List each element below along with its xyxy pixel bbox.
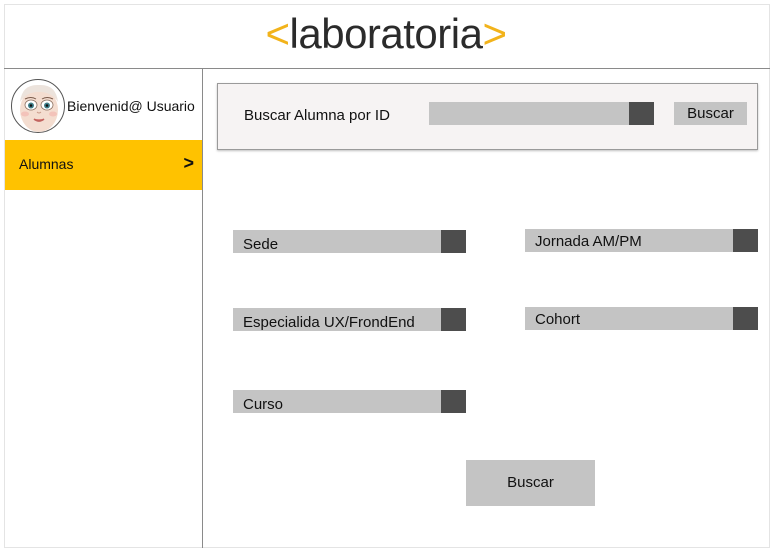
welcome-text: Bienvenid@ Usuario <box>67 98 195 114</box>
input-handle-icon[interactable] <box>629 102 654 125</box>
student-id-input[interactable] <box>429 102 654 125</box>
curso-select[interactable]: Curso <box>233 390 466 413</box>
logo-close-bracket: > <box>482 10 507 57</box>
cohort-select-label: Cohort <box>535 311 581 328</box>
logo-open-bracket: < <box>265 10 290 57</box>
sede-select-label: Sede <box>243 236 279 253</box>
sidebar-item-label: Alumnas <box>19 156 74 172</box>
cohort-select[interactable]: Cohort <box>525 307 758 330</box>
sidebar-item-alumnas[interactable]: Alumnas > <box>5 140 202 190</box>
laboratoria-logo: <laboratoria> <box>0 10 772 58</box>
chevron-right-icon: > <box>183 153 194 173</box>
jornada-select[interactable]: Jornada AM/PM <box>525 229 758 252</box>
avatar <box>11 79 65 133</box>
dropdown-handle-icon[interactable] <box>733 307 758 330</box>
search-id-button[interactable]: Buscar <box>674 102 747 125</box>
dropdown-handle-icon[interactable] <box>733 229 758 252</box>
search-by-id-panel: Buscar Alumna por ID Buscar <box>217 83 758 150</box>
search-button[interactable]: Buscar <box>466 460 595 506</box>
dropdown-handle-icon[interactable] <box>441 308 466 331</box>
especialidad-select-label: Especialida UX/FrondEnd <box>243 314 415 331</box>
header-divider <box>4 68 770 69</box>
sidebar-divider <box>202 68 203 548</box>
doll-face-avatar-icon <box>20 84 58 132</box>
sede-select[interactable]: Sede <box>233 230 466 253</box>
especialidad-select[interactable]: Especialida UX/FrondEnd <box>233 308 466 331</box>
search-label: Buscar Alumna por ID <box>244 107 390 124</box>
logo-word: laboratoria <box>289 10 483 57</box>
jornada-select-label: Jornada AM/PM <box>535 233 642 250</box>
curso-select-label: Curso <box>243 396 284 413</box>
dropdown-handle-icon[interactable] <box>441 230 466 253</box>
dropdown-handle-icon[interactable] <box>441 390 466 413</box>
